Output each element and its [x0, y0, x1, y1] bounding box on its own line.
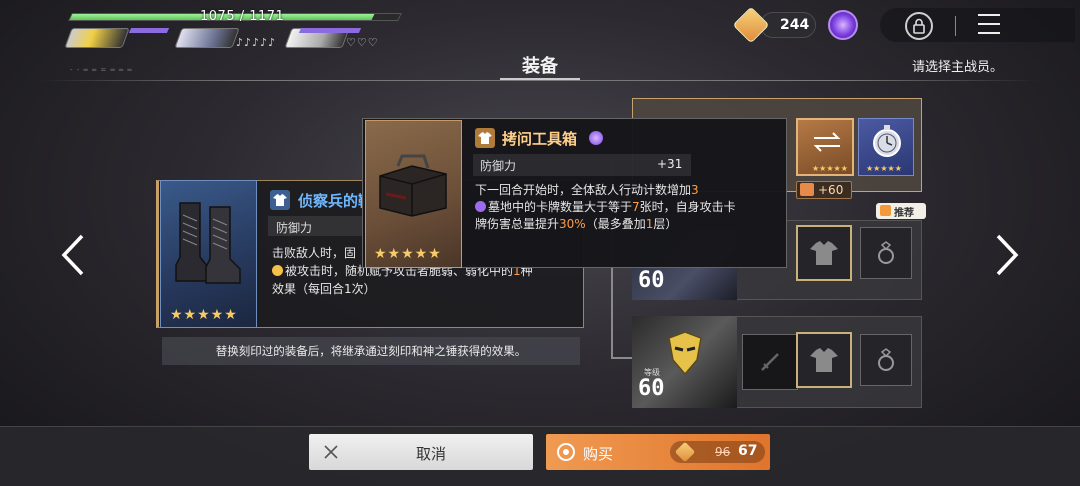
party-portrait-1[interactable]	[64, 28, 130, 48]
toolbox-icon	[379, 154, 447, 217]
hp-text: 1075 / 1171	[200, 9, 285, 24]
lock-icon	[913, 18, 925, 34]
title-divider	[40, 80, 1040, 81]
gold-gem-icon	[732, 6, 770, 44]
chevron-left-icon	[61, 234, 84, 276]
top-divider	[955, 16, 956, 36]
orb-icon	[475, 201, 486, 212]
buy-label: 购买	[583, 445, 614, 463]
equip-slot-2-ring[interactable]	[860, 227, 912, 279]
tooltip-stat-value: +31	[657, 157, 683, 171]
lock-button[interactable]	[905, 12, 933, 40]
stat-bonus-value: +60	[818, 183, 844, 197]
recommend-label: 推荐	[894, 208, 914, 219]
gold-count: 244	[780, 17, 810, 33]
armor-type-icon	[475, 128, 495, 148]
original-price: 96	[715, 445, 731, 459]
inherit-note: 替换刻印过的装备后，将继承通过刻印和神之锤获得的效果。	[215, 344, 527, 358]
title-divider-accent	[500, 78, 580, 80]
boots-icon	[175, 202, 241, 284]
tooltip-item-stars: ★★★★★	[374, 246, 442, 262]
tooltip-stat-label: 防御力	[480, 159, 517, 173]
armor-type-icon	[270, 190, 290, 210]
equip-slot-3-ring[interactable]	[860, 334, 912, 386]
pocket-watch-icon	[873, 125, 901, 157]
party-2-notes: ♪♪♪♪♪	[236, 36, 277, 49]
left-stat-label: 防御力	[276, 221, 313, 235]
tooltip-description: 下一回合开始时，全体敌人行动计数增加3 墓地中的卡牌数量大于等于7张时，自身攻击…	[475, 183, 736, 231]
thumbs-up-icon	[880, 205, 891, 216]
ring-slot-icon	[878, 241, 894, 264]
sword-slot-icon	[761, 353, 779, 371]
armor-slot-icon	[810, 348, 838, 372]
party-3-hearts: ♡♡♡	[346, 36, 379, 49]
rarity-orb-icon	[589, 131, 603, 145]
ring-slot-icon	[878, 348, 894, 371]
cancel-label: 取消	[415, 445, 446, 463]
golden-mask-icon	[668, 331, 702, 376]
left-item-stars: ★★★★★	[170, 307, 238, 323]
party-3-bar	[298, 28, 362, 33]
select-hint: 请选择主战员。	[912, 60, 1004, 75]
slot-1-1-stars: ★★★★★	[812, 164, 848, 173]
armor-slot-icon	[810, 241, 838, 265]
discounted-price: 67	[738, 443, 758, 459]
party-2-bar	[238, 28, 242, 33]
party-connector-line-h	[611, 357, 633, 359]
tooltip-item-name: 拷问工具箱	[502, 130, 578, 148]
party-portrait-2[interactable]	[174, 28, 240, 48]
equip-slot-2-armor[interactable]	[796, 225, 852, 281]
equip-slot-3-armor[interactable]	[796, 332, 852, 388]
slot-1-2-stars: ★★★★★	[866, 164, 902, 173]
chevron-right-icon	[996, 234, 1019, 276]
confirm-circle-dot	[563, 449, 569, 455]
coin-icon	[272, 265, 283, 276]
party-1-bar	[128, 28, 170, 33]
char-3-level: 60	[638, 376, 665, 401]
char-2-level: 60	[638, 268, 665, 293]
swap-arrows-icon	[813, 132, 841, 152]
menu-button[interactable]	[978, 14, 1000, 34]
prev-arrow-button[interactable]	[58, 232, 90, 278]
bonus-icon	[800, 183, 814, 196]
relic-orb-icon[interactable]	[828, 10, 858, 40]
next-arrow-button[interactable]	[990, 232, 1022, 278]
equip-slot-3-weapon[interactable]	[742, 334, 798, 390]
